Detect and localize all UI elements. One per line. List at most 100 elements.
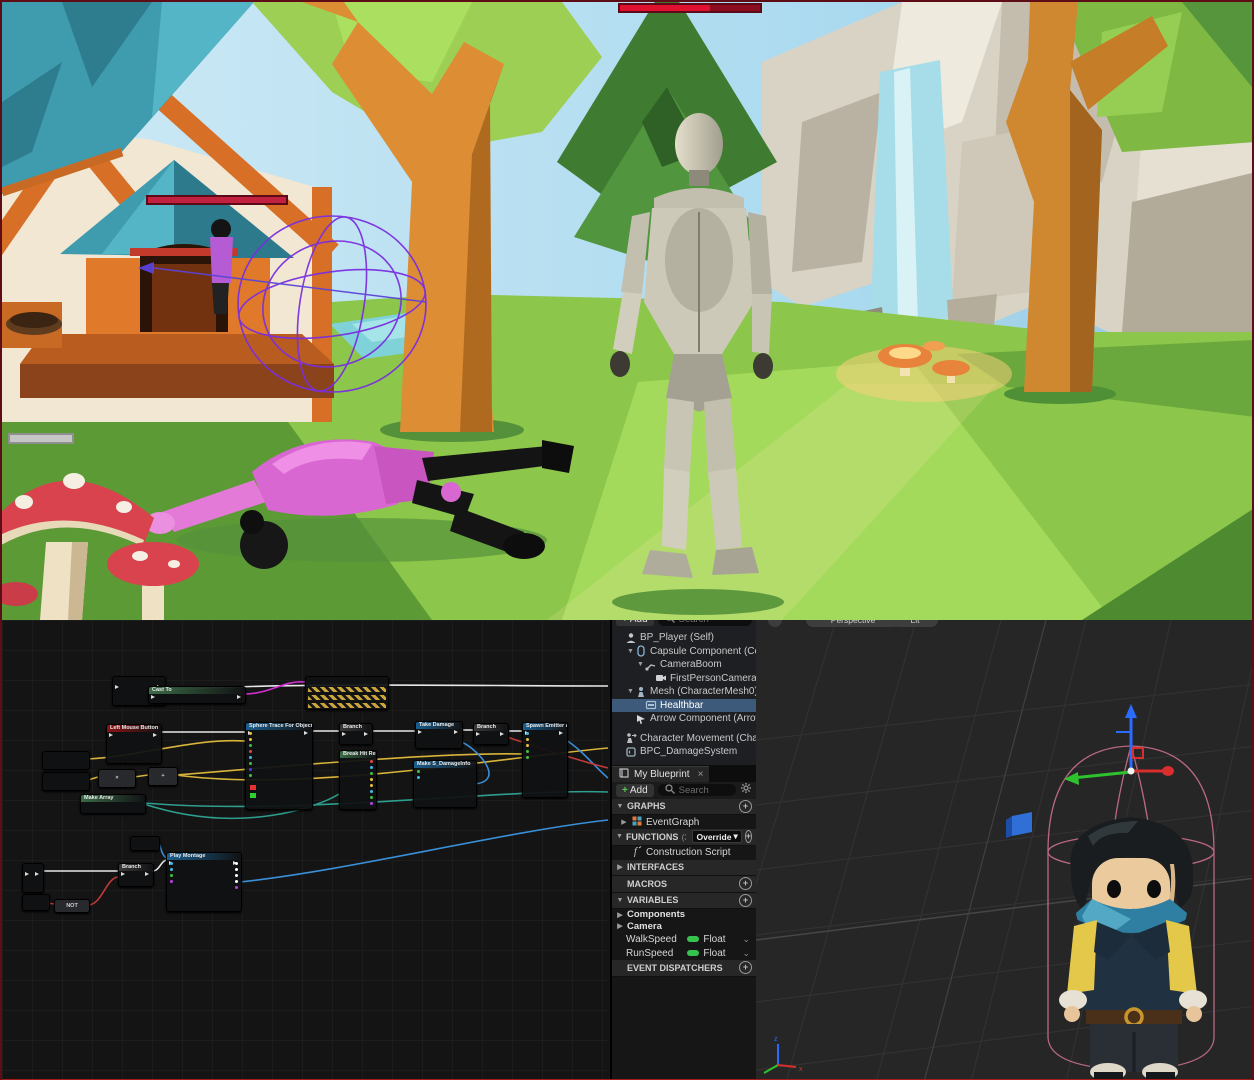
function-node[interactable]: Play Montage [166, 852, 242, 912]
exec-pin-icon[interactable] [364, 732, 370, 736]
pin-icon[interactable] [417, 770, 420, 773]
pin-icon[interactable] [235, 862, 238, 865]
add-item-icon[interactable]: + [739, 877, 752, 890]
variable-row-walkspeed[interactable]: WalkSpeedFloat⌄ [612, 932, 756, 946]
getter-node[interactable] [22, 894, 50, 911]
component-row[interactable]: Character Movement (CharMoveCo [612, 732, 756, 746]
component-row[interactable]: ▼Capsule Component (CollisionCylinde [612, 645, 756, 659]
translate-gizmo[interactable] [1064, 704, 1174, 785]
add-item-icon[interactable]: + [739, 894, 752, 907]
pin-icon[interactable] [249, 756, 252, 759]
variable-category-components[interactable]: ▶Components [612, 909, 756, 921]
color-swatch[interactable] [250, 793, 256, 798]
pin-icon[interactable] [170, 868, 173, 871]
blueprint-graph-panel[interactable]: Cast ToLeft Mouse ButtonSphere Trace For… [2, 620, 608, 1080]
add-item-icon[interactable]: + [739, 800, 752, 813]
exec-pin-icon[interactable] [115, 685, 121, 689]
component-search-input[interactable]: Search [658, 620, 752, 626]
blueprint-search-input[interactable]: Search [658, 784, 736, 796]
function-node[interactable]: Make S_DamageInfo [413, 760, 477, 808]
not-node[interactable]: NOT [54, 899, 90, 913]
pin-icon[interactable] [370, 772, 373, 775]
pin-icon[interactable] [417, 776, 420, 779]
pin-icon[interactable] [249, 762, 252, 765]
tab-my-blueprint[interactable]: My Blueprint × [612, 766, 709, 782]
pin-icon[interactable] [170, 880, 173, 883]
lit-button[interactable]: Lit [892, 620, 938, 627]
pin-icon[interactable] [170, 862, 173, 865]
pin-icon[interactable] [370, 766, 373, 769]
section-header-macros[interactable]: MACROS+ [612, 876, 756, 893]
exec-pin-icon[interactable] [559, 731, 565, 735]
exec-pin-icon[interactable] [35, 872, 41, 876]
pin-icon[interactable] [526, 756, 529, 759]
break-node[interactable]: Break Hit Result [339, 750, 377, 810]
exec-pin-icon[interactable] [418, 730, 424, 734]
branch-node[interactable]: Branch [339, 723, 373, 745]
function-node[interactable] [130, 836, 160, 851]
section-header-event-dispatchers[interactable]: EVENT DISPATCHERS+ [612, 960, 756, 977]
eye-closed-icon[interactable]: ⌄ [742, 934, 750, 945]
blueprint-item-eventgraph[interactable]: ▶EventGraph [612, 815, 756, 829]
exec-pin-icon[interactable] [151, 695, 157, 699]
exec-pin-icon[interactable] [500, 732, 506, 736]
section-header-functions[interactable]: ▼FUNCTIONS(38 OVERRIDABOverride▾+ [612, 829, 756, 846]
branch-node[interactable]: Branch [118, 863, 154, 887]
function-node[interactable]: Spawn Emitter at Location [522, 722, 568, 798]
exec-pin-icon[interactable] [145, 872, 151, 876]
exec-pin-icon[interactable] [304, 731, 310, 735]
pin-icon[interactable] [235, 886, 238, 889]
branch-node[interactable]: Branch [473, 723, 509, 745]
chevron-down-icon[interactable]: ▼ [626, 688, 635, 695]
function-node[interactable]: Take Damage [415, 721, 463, 749]
section-header-variables[interactable]: ▼VARIABLES+ [612, 893, 756, 910]
add-node[interactable]: + [148, 767, 178, 786]
color-swatch[interactable] [250, 785, 256, 790]
component-row[interactable]: BPC_DamageSystem [612, 745, 756, 759]
chevron-down-icon[interactable]: ▼ [636, 661, 645, 668]
getter-node[interactable] [42, 772, 90, 791]
game-viewport[interactable] [2, 2, 1254, 620]
multiply-node[interactable]: × [98, 769, 136, 788]
pin-icon[interactable] [170, 874, 173, 877]
pin-icon[interactable] [370, 802, 373, 805]
component-row[interactable]: Arrow Component (Arrow)Edit in C [612, 712, 756, 726]
pin-icon[interactable] [249, 732, 252, 735]
perspective-button[interactable]: Perspective [806, 620, 900, 627]
pin-icon[interactable] [249, 744, 252, 747]
variable-row-runspeed[interactable]: RunSpeedFloat⌄ [612, 946, 756, 960]
pin-icon[interactable] [526, 750, 529, 753]
pin-icon[interactable] [526, 732, 529, 735]
section-header-graphs[interactable]: ▼GRAPHS+ [612, 799, 756, 816]
exec-pin-icon[interactable] [342, 732, 348, 736]
component-row[interactable]: ▼Mesh (CharacterMesh0)Edit in C+ [612, 685, 756, 699]
component-row[interactable]: FirstPersonCamera [612, 672, 756, 686]
striped-node[interactable] [305, 676, 389, 710]
pin-icon[interactable] [526, 738, 529, 741]
chevron-down-icon[interactable]: ▼ [626, 648, 635, 655]
pin-icon[interactable] [235, 868, 238, 871]
pin-icon[interactable] [526, 744, 529, 747]
blueprint-item-construction-script[interactable]: fConstruction Script [612, 846, 756, 860]
pin-icon[interactable] [249, 774, 252, 777]
gear-icon[interactable] [740, 781, 752, 799]
pin-icon[interactable] [249, 768, 252, 771]
preview-viewport[interactable]: Perspective Lit [756, 620, 1254, 1080]
exec-pin-icon[interactable] [454, 730, 460, 734]
add-item-icon[interactable]: + [739, 961, 752, 974]
pin-icon[interactable] [249, 750, 252, 753]
getter-node[interactable] [42, 751, 90, 770]
exec-pin-icon[interactable] [109, 733, 115, 737]
variable-category-camera[interactable]: ▶Camera [612, 921, 756, 933]
pin-icon[interactable] [235, 874, 238, 877]
add-component-button[interactable]: +Add [616, 620, 654, 626]
pin-icon[interactable] [370, 778, 373, 781]
close-tab-icon[interactable]: × [698, 769, 704, 780]
pin-icon[interactable] [370, 796, 373, 799]
event-node[interactable]: Left Mouse Button [106, 724, 162, 764]
component-row[interactable]: Healthbar [612, 699, 756, 713]
component-row[interactable]: ▼CameraBoom [612, 658, 756, 672]
pin-icon[interactable] [235, 880, 238, 883]
event-node[interactable] [22, 863, 44, 893]
exec-pin-icon[interactable] [476, 732, 482, 736]
